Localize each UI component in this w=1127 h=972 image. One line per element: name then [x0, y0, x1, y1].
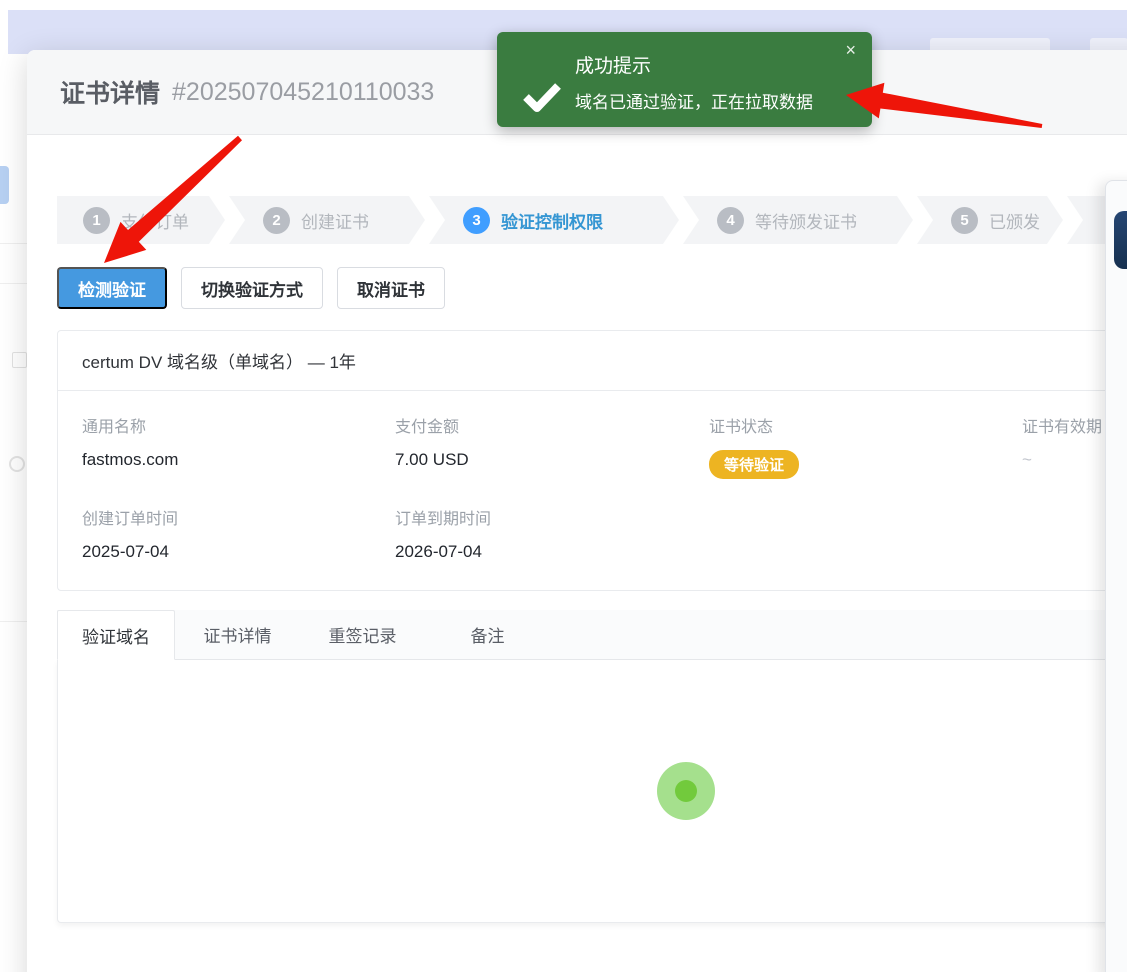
check-verification-button[interactable]: 检测验证 [57, 267, 167, 309]
loading-spinner-icon [657, 762, 715, 820]
step-verify-control: 3 验证控制权限 [429, 196, 679, 244]
step-number-badge: 2 [263, 207, 290, 234]
background-text-fragment [12, 352, 27, 368]
step-number-badge: 5 [951, 207, 978, 234]
success-toast: 成功提示 域名已通过验证，正在拉取数据 × [497, 32, 872, 127]
field-order-created: 创建订单时间 2025-07-04 [82, 505, 395, 562]
modal-title: 证书详情 [60, 74, 160, 110]
field-order-expiry: 订单到期时间 2026-07-04 [395, 505, 709, 562]
tab-content-loading [57, 660, 1127, 923]
action-button-row: 检测验证 切换验证方式 取消证书 [57, 267, 445, 309]
status-badge: 等待验证 [709, 450, 799, 479]
field-paid-amount: 支付金额 7.00 USD [395, 413, 709, 479]
background-row-divider [0, 243, 27, 244]
detail-tabs: 验证域名 证书详情 重签记录 备注 [57, 610, 1127, 923]
field-common-name: 通用名称 fastmos.com [82, 413, 395, 479]
step-issued: 5 已颁发 [917, 196, 1063, 244]
order-info-card: certum DV 域名级（单域名） — 1年 通用名称 fastmos.com… [57, 330, 1127, 591]
tab-remarks[interactable]: 备注 [425, 610, 550, 659]
tab-cert-detail[interactable]: 证书详情 [175, 610, 300, 659]
side-panel-fragment [1105, 180, 1127, 972]
side-panel-button-fragment[interactable] [1114, 211, 1127, 269]
certificate-detail-modal: 证书详情 #202507045210110033 1 支付订单 2 创建证书 3… [27, 50, 1127, 972]
screen: 证书详情 #202507045210110033 1 支付订单 2 创建证书 3… [0, 0, 1127, 972]
tab-bar: 验证域名 证书详情 重签记录 备注 [57, 610, 1127, 660]
cancel-certificate-button[interactable]: 取消证书 [337, 267, 445, 309]
step-create-cert: 2 创建证书 [229, 196, 425, 244]
background-blue-button-fragment [0, 166, 9, 204]
field-cert-status: 证书状态 等待验证 [709, 413, 1022, 479]
toast-message: 域名已通过验证，正在拉取数据 [575, 88, 813, 113]
order-info-grid: 通用名称 fastmos.com 支付金额 7.00 USD 证书状态 等待验证… [58, 391, 1127, 590]
step-wizard: 1 支付订单 2 创建证书 3 验证控制权限 4 等待颁发证书 5 已颁发 [57, 196, 1127, 244]
toast-title: 成功提示 [575, 51, 651, 78]
tab-reissue-log[interactable]: 重签记录 [300, 610, 425, 659]
step-number-badge: 3 [463, 207, 490, 234]
check-icon [523, 82, 561, 112]
order-number: #202507045210110033 [172, 78, 434, 107]
loading-spinner-dot [675, 780, 697, 802]
step-pay-order: 1 支付订单 [57, 196, 225, 244]
step-number-badge: 4 [717, 207, 744, 234]
switch-verification-method-button[interactable]: 切换验证方式 [181, 267, 323, 309]
step-wait-issue: 4 等待颁发证书 [683, 196, 913, 244]
product-title: certum DV 域名级（单域名） — 1年 [58, 331, 1127, 391]
close-icon[interactable]: × [845, 41, 856, 59]
background-row-divider [0, 621, 27, 622]
background-search-icon-fragment [9, 456, 25, 472]
background-row-divider [0, 283, 27, 284]
step-number-badge: 1 [83, 207, 110, 234]
tab-verify-domain[interactable]: 验证域名 [57, 610, 175, 660]
